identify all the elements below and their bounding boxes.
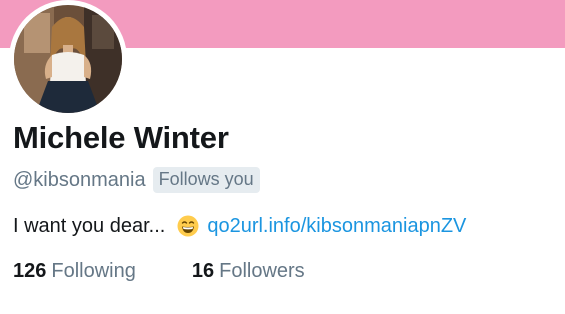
profile-card: Michele Winter @kibsonmania Follows you … bbox=[0, 0, 565, 314]
avatar-photo-icon bbox=[14, 5, 122, 113]
following-label: Following bbox=[51, 259, 136, 282]
display-name[interactable]: Michele Winter bbox=[13, 120, 229, 156]
user-handle[interactable]: @kibsonmania bbox=[13, 169, 146, 192]
following-stat[interactable]: 126 Following bbox=[13, 260, 136, 283]
followers-label: Followers bbox=[219, 259, 305, 282]
handle-row: @kibsonmania Follows you bbox=[13, 166, 260, 194]
bio-text: I want you dear... bbox=[13, 214, 166, 237]
avatar-ring bbox=[9, 0, 127, 118]
profile-stats: 126 Following 16 Followers bbox=[13, 258, 305, 284]
followers-count: 16 bbox=[191, 259, 215, 282]
profile-bio: I want you dear... qo2url.info/kibsonman… bbox=[13, 212, 466, 240]
follows-you-badge: Follows you bbox=[152, 167, 260, 193]
following-count: 126 bbox=[13, 259, 47, 282]
followers-stat[interactable]: 16 Followers bbox=[192, 260, 305, 283]
avatar[interactable] bbox=[14, 5, 122, 113]
bio-link[interactable]: qo2url.info/kibsonmaniapnZV bbox=[207, 215, 466, 238]
grinning-face-emoji-icon bbox=[177, 215, 199, 237]
